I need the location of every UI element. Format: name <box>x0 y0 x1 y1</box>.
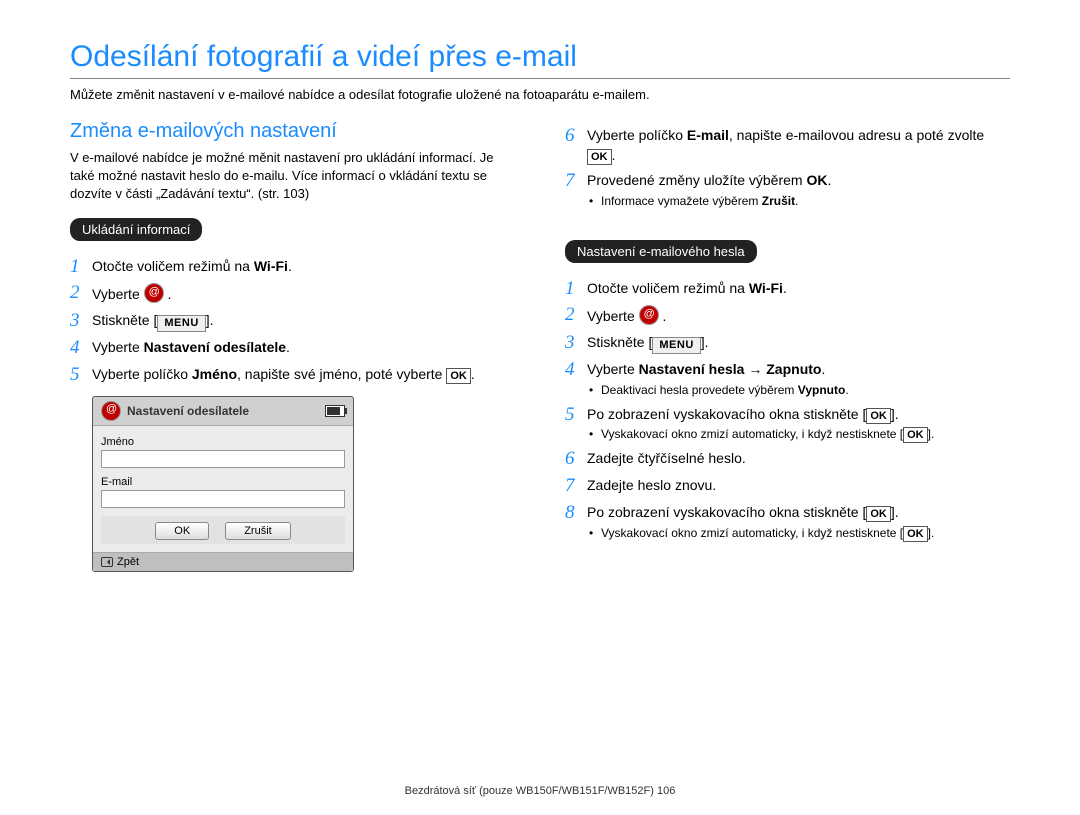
mock-field-name-label: Jméno <box>101 436 345 448</box>
ok-icon: OK <box>446 368 471 384</box>
wifi-label: Wi-Fi <box>254 258 288 274</box>
ok-icon: OK <box>903 526 928 542</box>
step-2: 2 Vyberte . <box>70 283 515 305</box>
ok-button[interactable]: OK <box>155 522 209 540</box>
subheading-pill-password: Nastavení e-mailového hesla <box>565 240 757 263</box>
step-bold: Jméno <box>192 366 237 382</box>
step-6b: 6 Zadejte čtyřčíselné heslo. <box>565 449 1010 470</box>
mock-title: Nastavení odesílatele <box>127 404 249 418</box>
menu-icon: MENU <box>157 315 205 332</box>
step-text: Vyberte <box>92 286 144 302</box>
step-4: 4 Vyberte Nastavení odesílatele. <box>70 338 515 359</box>
step-8b: 8 Po zobrazení vyskakovacího okna stiskn… <box>565 503 1010 542</box>
ok-icon: OK <box>866 408 891 424</box>
menu-icon: MENU <box>652 337 700 354</box>
step-7: 7 Provedené změny uložíte výběrem OK. In… <box>565 171 1010 209</box>
step-bold: E-mail <box>687 127 729 143</box>
step-sub: Vyskakovací okno zmizí automaticky, i kd… <box>587 525 1010 542</box>
subheading-pill-storing: Ukládání informací <box>70 218 202 241</box>
mock-field-email-label: E-mail <box>101 476 345 488</box>
page-footer: Bezdrátová síť (pouze WB150F/WB151F/WB15… <box>0 785 1080 797</box>
intro-text: Můžete změnit nastavení v e-mailové nabí… <box>70 87 1010 102</box>
step-sub: Vyskakovací okno zmizí automaticky, i kd… <box>587 426 1010 443</box>
mock-email-input[interactable] <box>101 490 345 508</box>
back-icon[interactable] <box>101 557 113 567</box>
ok-icon: OK <box>866 506 891 522</box>
right-column: 6 Vyberte políčko E-mail, napište e-mail… <box>565 120 1010 572</box>
step-2b: 2 Vyberte . <box>565 305 1010 327</box>
step-6: 6 Vyberte políčko E-mail, napište e-mail… <box>565 126 1010 165</box>
left-column: Změna e-mailových nastavení V e-mailové … <box>70 120 515 572</box>
step-text: Otočte voličem režimů na <box>92 258 254 274</box>
step-5: 5 Vyberte políčko Jméno, napište své jmé… <box>70 365 515 386</box>
section-heading: Změna e-mailových nastavení <box>70 120 515 143</box>
step-7b: 7 Zadejte heslo znovu. <box>565 476 1010 497</box>
step-bold: OK <box>806 172 827 188</box>
email-icon <box>101 401 121 421</box>
page-title: Odesílání fotografií a videí přes e-mail <box>70 40 1010 74</box>
email-icon <box>639 305 659 325</box>
step-bold: Nastavení odesílatele <box>144 339 286 355</box>
cancel-button[interactable]: Zrušit <box>225 522 291 540</box>
step-sub: Deaktivaci hesla provedete výběrem Vypnu… <box>587 382 1010 399</box>
email-icon <box>144 283 164 303</box>
step-3b: 3 Stiskněte [MENU]. <box>565 333 1010 354</box>
wifi-label: Wi-Fi <box>749 280 783 296</box>
ok-icon: OK <box>587 149 612 165</box>
step-sub: Informace vymažete výběrem Zrušit. <box>587 193 1010 210</box>
mock-name-input[interactable] <box>101 450 345 468</box>
ok-icon: OK <box>903 427 928 443</box>
step-3: 3 Stiskněte [MENU]. <box>70 311 515 332</box>
step-4b: 4 Vyberte Nastavení hesla → Zapnuto. Dea… <box>565 360 1010 398</box>
step-5b: 5 Po zobrazení vyskakovacího okna stiskn… <box>565 405 1010 444</box>
section-para: V e-mailové nabídce je možné měnit nasta… <box>70 149 515 204</box>
mock-back-label: Zpět <box>117 556 139 568</box>
title-separator <box>70 78 1010 79</box>
battery-icon <box>325 405 345 417</box>
step-1: 1 Otočte voličem režimů na Wi-Fi. <box>70 257 515 278</box>
step-text: Stiskněte <box>92 312 153 328</box>
settings-sender-mock: Nastavení odesílatele Jméno E-mail OK Zr… <box>92 396 354 572</box>
step-1b: 1 Otočte voličem režimů na Wi-Fi. <box>565 279 1010 300</box>
